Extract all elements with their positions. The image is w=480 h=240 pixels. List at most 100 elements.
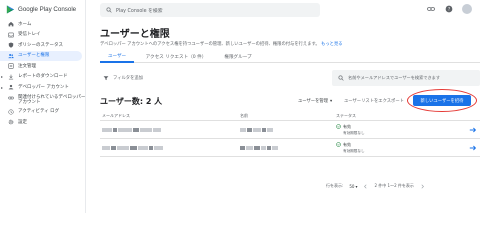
chevron-down-icon: ▾: [330, 98, 333, 104]
table-row[interactable]: 有効 有効期限なし: [100, 139, 480, 157]
link-icon[interactable]: [426, 5, 435, 14]
search-icon: [338, 75, 344, 81]
add-filter-label: フィルタを追加: [113, 76, 143, 81]
inbox-icon: [8, 32, 14, 38]
download-icon: [8, 74, 14, 80]
brand-name: Google Play Console: [18, 5, 77, 13]
sidebar-item-settings[interactable]: 設定: [0, 117, 86, 128]
header-email: メールアドレス: [102, 112, 130, 118]
status-badge: 有効 有効期限なし: [336, 124, 456, 136]
sidebar-item-label: デベロッパー アカウント: [18, 84, 69, 90]
user-search-placeholder: 名前やメールアドレスでユーザーを検索できます: [348, 75, 441, 80]
tab-bar: ユーザー アクセス リクエスト（0 件） 権限グループ: [100, 51, 480, 63]
sidebar-item-users[interactable]: ユーザーと権限: [0, 50, 82, 61]
name-cell: [240, 145, 336, 150]
email-cell: [100, 145, 240, 150]
global-search-placeholder: Play Console を検索: [116, 8, 163, 14]
learn-more-link[interactable]: もっと見る: [321, 42, 342, 47]
sidebar-item-activity-log[interactable]: アクティビティ ログ: [0, 107, 86, 118]
sidebar-item-inbox[interactable]: 受信トレイ: [0, 30, 86, 41]
status-text: 有効: [343, 141, 351, 147]
status-expiry: 有効期限なし: [343, 148, 365, 153]
rows-per-page-label: 行を表示:: [326, 183, 344, 188]
sidebar-item-label: レポートのダウンロード: [18, 74, 68, 80]
sidebar-item-label: ユーザーと権限: [18, 53, 50, 59]
users-table: メールアドレス 名前 ステータス 有効 有効期限なし 有効 有効期限なし: [100, 111, 480, 157]
manage-users-label: ユーザーを管理: [298, 99, 328, 104]
main-content: ユーザーと権限 デベロッパー アカウントへのアクセス権を持つユーザーの管理、新し…: [86, 20, 480, 213]
tab-access-requests[interactable]: アクセス リクエスト（0 件）: [134, 51, 218, 63]
rows-per-page-select[interactable]: 50 ▾: [349, 184, 357, 189]
redacted-name: [240, 145, 336, 150]
page-description: デベロッパー アカウントへのアクセス権を持つユーザーの管理、新しいユーザーの招待…: [100, 41, 343, 47]
status-top: 有効: [336, 142, 456, 148]
sidebar-item-policy[interactable]: ポリシーのステータス: [0, 40, 86, 51]
brand[interactable]: Google Play Console: [6, 3, 76, 15]
user-count: ユーザー数: 2 人: [100, 97, 163, 106]
account-icon: [8, 84, 14, 90]
global-search-input[interactable]: Play Console を検索: [100, 3, 320, 17]
invite-user-button[interactable]: 新しいユーザーを招待: [413, 95, 471, 106]
chevron-down-icon: ▾: [355, 183, 358, 189]
filter-icon: [103, 76, 109, 81]
top-bar: Play Console を検索 ?: [86, 0, 480, 20]
sidebar-item-home[interactable]: ホーム: [0, 19, 86, 30]
gear-icon: [8, 119, 14, 125]
expand-caret-icon[interactable]: ▸: [1, 74, 3, 79]
user-search-input[interactable]: 名前やメールアドレスでユーザーを検索できます: [332, 70, 480, 86]
pagination: 行を表示: 50 ▾ 2 件中 1～2 件を表示: [326, 183, 425, 189]
sidebar-item-label: アクティビティ ログ: [18, 109, 60, 115]
filter-bar: フィルタを追加 名前やメールアドレスでユーザーを検索できます: [100, 70, 480, 86]
status-top: 有効: [336, 124, 456, 130]
sidebar-item-label: ポリシーのステータス: [18, 42, 63, 48]
tab-users[interactable]: ユーザー: [100, 51, 134, 63]
export-users-button[interactable]: ユーザーリストをエクスポート: [344, 98, 404, 104]
sidebar-item-label: 関連付けられているデベロッパー アカウント: [18, 94, 86, 105]
email-cell: [100, 127, 240, 132]
sidebar-item-reports[interactable]: ▸ レポートのダウンロード: [0, 72, 86, 83]
sidebar-item-developer-account[interactable]: ▸ デベロッパー アカウント: [0, 82, 86, 93]
add-filter-button[interactable]: フィルタを追加: [100, 75, 143, 81]
search-icon: [106, 7, 112, 13]
status-cell: 有効 有効期限なし: [336, 124, 456, 136]
arrow-right-icon[interactable]: [469, 144, 477, 152]
link-icon: [8, 95, 14, 101]
header-status: ステータス: [336, 112, 356, 118]
orders-icon: [8, 63, 14, 69]
check-circle-icon: [336, 124, 341, 129]
history-icon: [8, 109, 14, 115]
sidebar-item-linked-accounts[interactable]: 関連付けられているデベロッパー アカウント: [0, 93, 86, 107]
table-header: メールアドレス 名前 ステータス: [100, 111, 480, 121]
users-icon: [8, 53, 14, 59]
help-icon[interactable]: ?: [444, 5, 453, 14]
avatar[interactable]: [462, 4, 472, 14]
sidebar-item-orders[interactable]: 注文管理: [0, 61, 86, 72]
status-text: 有効: [343, 123, 351, 129]
redacted-email: [102, 145, 240, 150]
sidebar-item-label: 注文管理: [18, 63, 36, 69]
redacted-email: [102, 127, 240, 132]
status-expiry: 有効期限なし: [343, 130, 365, 135]
shield-icon: [8, 42, 14, 48]
manage-users-dropdown[interactable]: ユーザーを管理 ▾: [298, 98, 333, 105]
check-circle-icon: [336, 142, 341, 147]
chevron-right-icon[interactable]: [420, 184, 425, 189]
tab-permission-groups[interactable]: 権限グループ: [218, 51, 258, 63]
expand-caret-icon[interactable]: ▸: [1, 85, 3, 90]
arrow-right-icon[interactable]: [469, 126, 477, 134]
header-name: 名前: [240, 112, 248, 118]
page-title: ユーザーと権限: [100, 29, 170, 40]
play-logo-icon: [6, 4, 15, 14]
sidebar-item-label: 設定: [18, 119, 27, 125]
chevron-left-icon[interactable]: [363, 184, 368, 189]
name-cell: [240, 127, 336, 132]
top-icons: ?: [426, 4, 472, 14]
status-cell: 有効 有効期限なし: [336, 142, 456, 154]
table-row[interactable]: 有効 有効期限なし: [100, 121, 480, 139]
sidebar-item-label: 受信トレイ: [18, 32, 41, 38]
sidebar-nav: ホーム 受信トレイ ポリシーのステータス ユーザーと権限 注文管理 ▸ レポート…: [0, 19, 86, 128]
description-text: デベロッパー アカウントへのアクセス権を持つユーザーの管理、新しいユーザーの招待…: [100, 42, 320, 47]
sidebar: Google Play Console ホーム 受信トレイ ポリシーのステータス…: [0, 0, 86, 213]
rows-per-page-value: 50: [349, 183, 355, 189]
sidebar-item-label: ホーム: [18, 21, 32, 27]
